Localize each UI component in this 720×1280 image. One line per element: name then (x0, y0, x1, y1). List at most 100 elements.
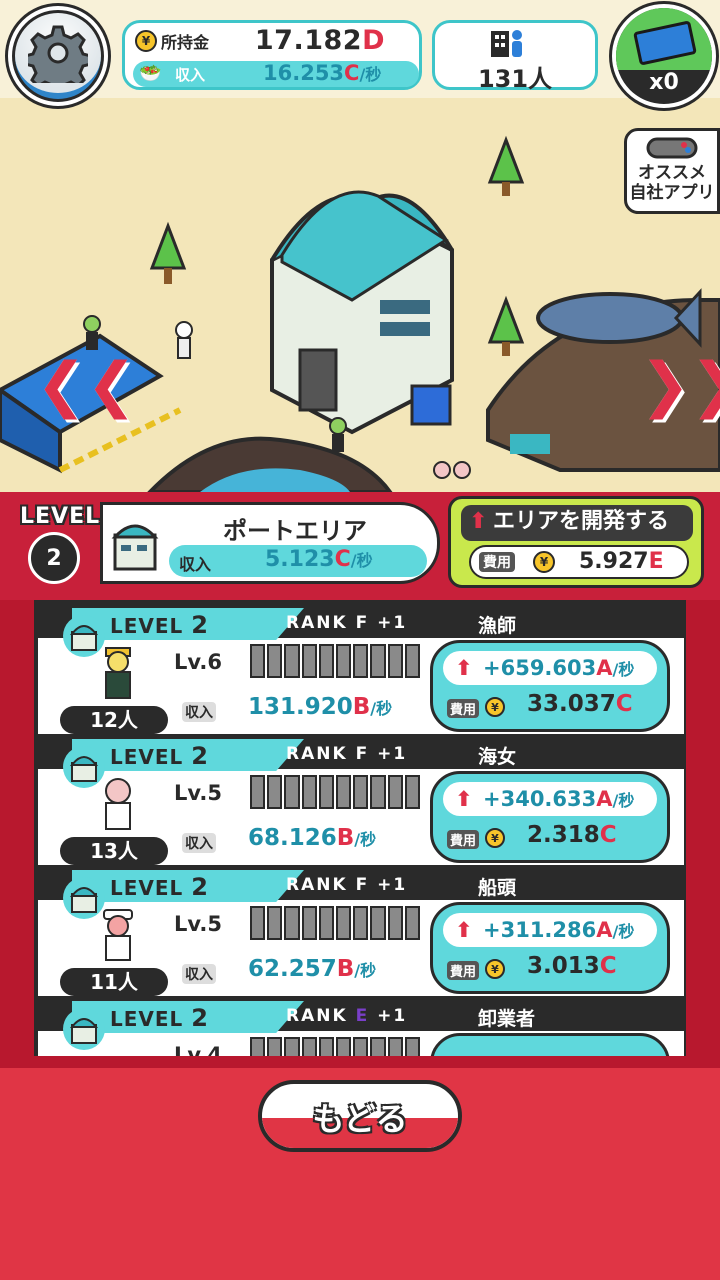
upgrade-cost-value: 2.318C (527, 822, 617, 848)
captain-icon (103, 909, 133, 961)
ticket-button[interactable]: x0 (612, 4, 716, 108)
upgrade-gain-suffix: /秒 (612, 660, 635, 679)
worker-rank-label: RANK (286, 744, 348, 764)
worker-income-value: 68.126B/秒 (248, 825, 376, 851)
worker-income-value: 131.920B/秒 (248, 694, 392, 720)
worker-income-unit: B (336, 825, 355, 851)
worker-income-amount: 131.920 (248, 694, 353, 720)
develop-cost-unit: E (648, 549, 664, 574)
settings-button[interactable] (8, 6, 108, 106)
worker-rank: RANK F +1 (286, 875, 407, 895)
worker-level: LEVEL 2 (110, 611, 209, 639)
upgrade-worker-button[interactable]: ⬆ +340.633A/秒 費用 ¥ 2.318C (430, 771, 670, 863)
area-income-label: 収入 (179, 555, 212, 574)
money-amount: 17.182 (254, 25, 363, 56)
upgrade-worker-button[interactable]: ⬆ +311.286A/秒 費用 ¥ 3.013C (430, 902, 670, 994)
worker-rank-label: RANK (286, 875, 348, 895)
money-row: ¥ 所持金 (135, 27, 209, 55)
worker-rank-bonus: +1 (377, 875, 408, 895)
upgrade-gain-suffix: /秒 (612, 791, 635, 810)
upgrade-gain-unit: A (596, 918, 613, 942)
building-person-icon (491, 30, 522, 57)
worker-progress-gauge (250, 775, 421, 809)
upgrade-cost-unit: C (615, 691, 633, 717)
back-button[interactable]: もどる (258, 1080, 462, 1152)
worker-income-label: 収入 (182, 833, 216, 853)
worker-lv: Lv.6 (174, 650, 222, 674)
upgrade-cost-label: 費用 (447, 830, 480, 849)
develop-cost-label: 費用 (479, 552, 515, 572)
upgrade-worker-button[interactable] (430, 1033, 670, 1056)
worker-rank-label: RANK (286, 1006, 348, 1026)
worker-lv: Lv.5 (174, 781, 222, 805)
worker-progress-gauge (250, 1037, 421, 1056)
total-income-unit: C (344, 61, 360, 85)
worker-job: 漁師 (478, 615, 517, 637)
upgrade-cost-amount: 33.037 (527, 691, 616, 717)
upgrade-gain-unit: A (596, 787, 613, 811)
worker-lv: Lv.5 (174, 912, 222, 936)
worker-progress-gauge (250, 906, 421, 940)
gear-icon (28, 25, 88, 83)
worker-job: 卸業者 (478, 1008, 536, 1030)
total-income-suffix: /秒 (359, 65, 382, 84)
yen-coin-icon: ¥ (533, 551, 555, 573)
area-income-amount: 5.123 (265, 547, 335, 572)
upgrade-worker-button[interactable]: ⬆ +659.603A/秒 費用 ¥ 33.037C (430, 640, 670, 732)
upgrade-gain-amount: +340.633 (483, 787, 597, 811)
previous-area-arrow-icon[interactable]: ❮❮ (36, 350, 137, 420)
up-arrow-icon: ⬆ (469, 509, 488, 534)
develop-area-button[interactable]: ⬆ エリアを開発する 費用 ¥ 5.927E (448, 496, 704, 588)
worker-income-unit: B (336, 956, 355, 982)
yen-coin-icon: ¥ (485, 828, 505, 848)
tree-icon (487, 295, 525, 356)
worker-level-label: LEVEL (110, 614, 184, 638)
population-panel: 131人 (432, 20, 598, 93)
worker-rank-value: E (355, 1006, 370, 1026)
worker-level: LEVEL 2 (110, 873, 209, 901)
up-arrow-icon: ⬆ (455, 656, 473, 680)
worker-rank-label: RANK (286, 613, 348, 633)
worker-progress-gauge (250, 644, 421, 678)
develop-cost-value: 5.927E (579, 549, 664, 574)
worker-rank-bonus: +1 (377, 613, 408, 633)
area-level-badge: LEVEL 2 (14, 500, 108, 590)
worker-row: LEVEL 2 RANK F +1 船頭 11人 Lv.5 収入 62.257B/… (38, 870, 684, 996)
worker-level-label: LEVEL (110, 1007, 184, 1031)
worker-count: 12人 (60, 706, 168, 734)
back-button-label: もどる (312, 1100, 408, 1138)
fisherman-icon (105, 647, 131, 699)
worker-income-label: 収入 (182, 702, 216, 722)
next-area-arrow-icon[interactable]: ❯❯ (640, 350, 720, 420)
person-icon (453, 461, 471, 479)
person-icon (433, 461, 451, 479)
warehouse-icon (111, 524, 159, 571)
yen-coin-icon: ¥ (135, 30, 157, 52)
person-icon (83, 315, 101, 350)
area-info-panel: ポートエリア 収入 5.123C/秒 (100, 502, 440, 584)
ticket-count: x0 (649, 70, 679, 95)
recommended-apps-button[interactable]: オススメ 自社アプリ (624, 128, 720, 214)
worker-level: LEVEL 2 (110, 742, 209, 770)
upgrade-gain: ⬆ +340.633A/秒 (443, 782, 657, 816)
warehouse-icon (63, 1008, 105, 1050)
worker-level-number: 2 (191, 611, 209, 639)
worker-rank-bonus: +1 (377, 744, 408, 764)
person-icon (329, 417, 347, 452)
worker-income-label: 収入 (182, 964, 216, 984)
worker-income-suffix: /秒 (354, 830, 377, 849)
upgrade-gain-amount: +659.603 (483, 656, 597, 680)
upgrade-cost-unit: C (599, 822, 617, 848)
upgrade-cost-amount: 3.013 (527, 953, 600, 979)
up-arrow-icon: ⬆ (455, 918, 473, 942)
upgrade-gain: ⬆ +659.603A/秒 (443, 651, 657, 685)
worker-level-label: LEVEL (110, 745, 184, 769)
worker-level: LEVEL 2 (110, 1004, 209, 1032)
money-panel: ¥ 所持金 17.182D 🥗 収入 16.253C/秒 (122, 20, 422, 90)
worker-job: 船頭 (478, 877, 517, 899)
worker-row: LEVEL 2 RANK F +1 漁師 12人 Lv.6 収入 131.920B… (38, 608, 684, 734)
worker-row: LEVEL 2 RANK E +1 卸業者 Lv.4 (38, 1001, 684, 1056)
salad-bowl-icon: 🥗 (139, 63, 162, 84)
worker-rank-value: F (355, 613, 370, 633)
worker-list[interactable]: LEVEL 2 RANK F +1 漁師 12人 Lv.6 収入 131.920B… (0, 600, 720, 1056)
